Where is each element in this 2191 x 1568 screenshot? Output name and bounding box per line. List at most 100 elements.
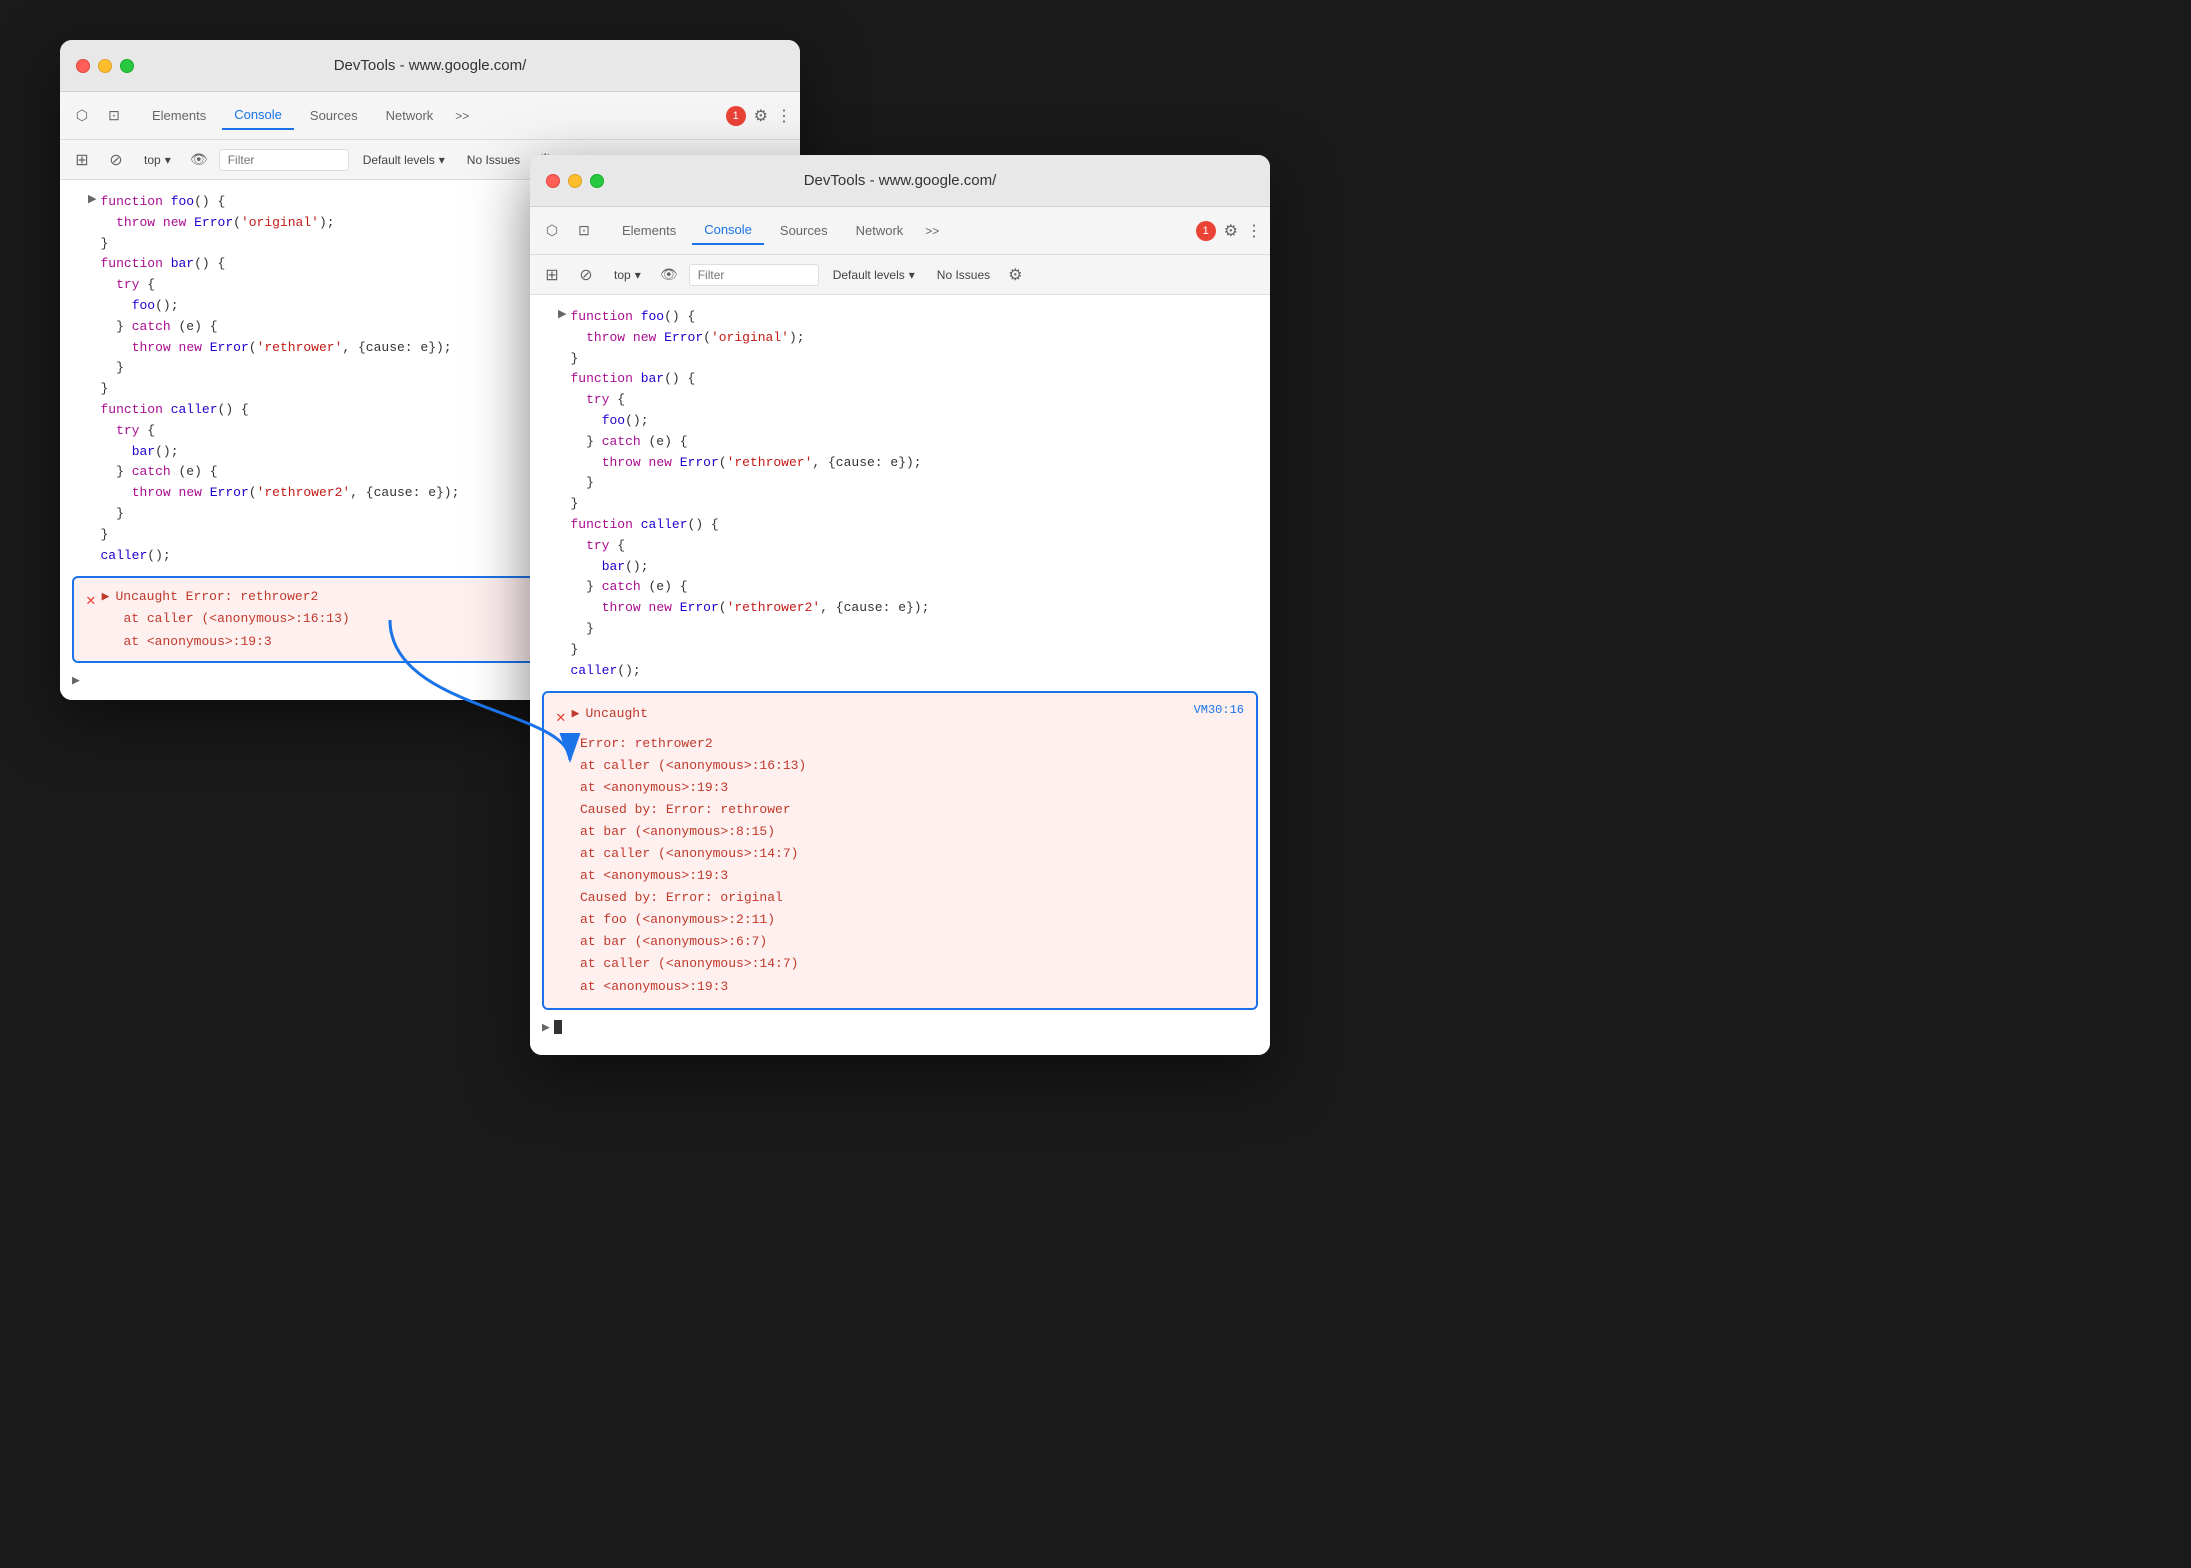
error-detail-2: at caller (<anonymous>:16:13)	[580, 755, 1244, 777]
console-prompt-front[interactable]: ▶	[530, 1016, 1270, 1039]
default-levels-back[interactable]: Default levels ▾	[355, 150, 453, 170]
close-button-back[interactable]	[76, 59, 90, 73]
default-levels-front[interactable]: Default levels ▾	[825, 265, 923, 285]
tab-sources-back[interactable]: Sources	[298, 102, 370, 129]
clear-icon-front[interactable]: ⊘	[572, 261, 600, 289]
settings-icon-back[interactable]: ⚙	[754, 106, 768, 126]
settings-icon-front[interactable]: ⚙	[1224, 221, 1238, 241]
maximize-button-front[interactable]	[590, 174, 604, 188]
code-line-6-back: foo();	[100, 296, 459, 317]
code-line-9-back: }	[100, 358, 459, 379]
code-line-14-front: bar();	[570, 557, 929, 578]
error-header-front: ✕ ▶ Uncaught	[556, 703, 648, 732]
close-button-front[interactable]	[546, 174, 560, 188]
tab-elements-back[interactable]: Elements	[140, 102, 218, 129]
error-detail-3: at <anonymous>:19:3	[580, 777, 1244, 799]
code-line-1-front: function foo() {	[570, 307, 929, 328]
code-line-11-front: }	[570, 494, 929, 515]
tab-bar-right-back: 1 ⚙ ⋮	[726, 106, 792, 126]
title-bar-back: DevTools - www.google.com/	[60, 40, 800, 92]
cursor-icon-front[interactable]: ⊡	[570, 217, 598, 245]
sidebar-icon-front[interactable]: ⊞	[538, 261, 566, 289]
top-label-front: top	[614, 268, 631, 282]
expand-arrow-front[interactable]: ▶	[558, 307, 566, 320]
tab-bar-right-front: 1 ⚙ ⋮	[1196, 221, 1262, 241]
code-line-5-back: try {	[100, 275, 459, 296]
code-line-2-front: throw new Error('original');	[570, 328, 929, 349]
code-line-7-front: } catch (e) {	[570, 432, 929, 453]
no-issues-back[interactable]: No Issues	[459, 150, 528, 170]
code-line-14-back: bar();	[100, 442, 459, 463]
error-detail-7: at <anonymous>:19:3	[580, 865, 1244, 887]
error-msg-front: ✕ ▶ Uncaught VM30:16 Error: rethrower2 a…	[542, 691, 1258, 1009]
title-bar-front: DevTools - www.google.com/	[530, 155, 1270, 207]
code-line-12-back: function caller() {	[100, 400, 459, 421]
code-line-18-back: }	[100, 525, 459, 546]
code-section-front: ▶ function foo() { throw new Error('orig…	[530, 303, 1270, 685]
tab-bar-back: ⬡ ⊡ Elements Console Sources Network >> …	[60, 92, 800, 140]
expand-arrow-back[interactable]: ▶	[88, 192, 96, 205]
devtools-window-front: DevTools - www.google.com/ ⬡ ⊡ Elements …	[530, 155, 1270, 1055]
inspect-icon-front[interactable]: ⬡	[538, 217, 566, 245]
code-line-19-back: caller();	[100, 546, 459, 567]
code-line-7-back: } catch (e) {	[100, 317, 459, 338]
eye-icon-back[interactable]: 👁	[185, 146, 213, 174]
code-line-18-front: }	[570, 640, 929, 661]
error-detail-4: Caused by: Error: rethrower	[580, 799, 1244, 821]
settings-icon-toolbar-front[interactable]: ⚙	[1008, 265, 1022, 285]
sidebar-icon-back[interactable]: ⊞	[68, 146, 96, 174]
traffic-lights-front	[546, 174, 604, 188]
error-detail-9: at foo (<anonymous>:2:11)	[580, 909, 1244, 931]
error-detail-11: at caller (<anonymous>:14:7)	[580, 953, 1244, 975]
more-tabs-front[interactable]: >>	[919, 221, 945, 241]
clear-icon-back[interactable]: ⊘	[102, 146, 130, 174]
inspect-icon[interactable]: ⬡	[68, 102, 96, 130]
filter-input-front[interactable]	[689, 264, 819, 286]
vm-link-front[interactable]: VM30:16	[1194, 703, 1244, 717]
tab-bar-front: ⬡ ⊡ Elements Console Sources Network >> …	[530, 207, 1270, 255]
expand-triangle-back[interactable]: ▶	[102, 586, 110, 608]
more-tabs-back[interactable]: >>	[449, 106, 475, 126]
code-line-9-front: }	[570, 473, 929, 494]
tab-console-front[interactable]: Console	[692, 216, 764, 245]
error-detail-1: Error: rethrower2	[580, 733, 1244, 755]
error-icon-front: ✕	[556, 705, 566, 732]
cursor-front	[554, 1020, 562, 1034]
filter-input-back[interactable]	[219, 149, 349, 171]
code-line-5-front: try {	[570, 390, 929, 411]
uncaught-label: Uncaught	[585, 703, 647, 725]
tab-elements-front[interactable]: Elements	[610, 217, 688, 244]
code-line-19-front: caller();	[570, 661, 929, 682]
code-line-3-back: }	[100, 234, 459, 255]
code-line-11-back: }	[100, 379, 459, 400]
tab-network-back[interactable]: Network	[374, 102, 446, 129]
menu-icon-back[interactable]: ⋮	[776, 106, 792, 126]
minimize-button-front[interactable]	[568, 174, 582, 188]
cursor-icon[interactable]: ⊡	[100, 102, 128, 130]
minimize-button-back[interactable]	[98, 59, 112, 73]
top-selector-front[interactable]: top ▾	[606, 265, 649, 285]
error-badge-front: 1	[1196, 221, 1216, 241]
window-title-back: DevTools - www.google.com/	[334, 57, 527, 74]
code-line-3-front: }	[570, 349, 929, 370]
window-title-front: DevTools - www.google.com/	[804, 172, 997, 189]
error-text-back: Uncaught Error: rethrower2 at caller (<a…	[115, 586, 349, 652]
tab-console-back[interactable]: Console	[222, 101, 294, 130]
eye-icon-front[interactable]: 👁	[655, 261, 683, 289]
traffic-lights-back	[76, 59, 134, 73]
error-icon-back: ✕	[86, 588, 96, 615]
code-line-13-front: try {	[570, 536, 929, 557]
code-line-17-front: }	[570, 619, 929, 640]
maximize-button-back[interactable]	[120, 59, 134, 73]
top-label-back: top	[144, 153, 161, 167]
top-chevron-back: ▾	[165, 153, 171, 167]
menu-icon-front[interactable]: ⋮	[1246, 221, 1262, 241]
error-badge-back: 1	[726, 106, 746, 126]
tab-sources-front[interactable]: Sources	[768, 217, 840, 244]
expand-triangle-front[interactable]: ▶	[572, 703, 580, 725]
top-selector-back[interactable]: top ▾	[136, 150, 179, 170]
tab-icons-front: ⬡ ⊡	[538, 217, 598, 245]
code-line-15-front: } catch (e) {	[570, 577, 929, 598]
tab-network-front[interactable]: Network	[844, 217, 916, 244]
no-issues-front[interactable]: No Issues	[929, 265, 998, 285]
